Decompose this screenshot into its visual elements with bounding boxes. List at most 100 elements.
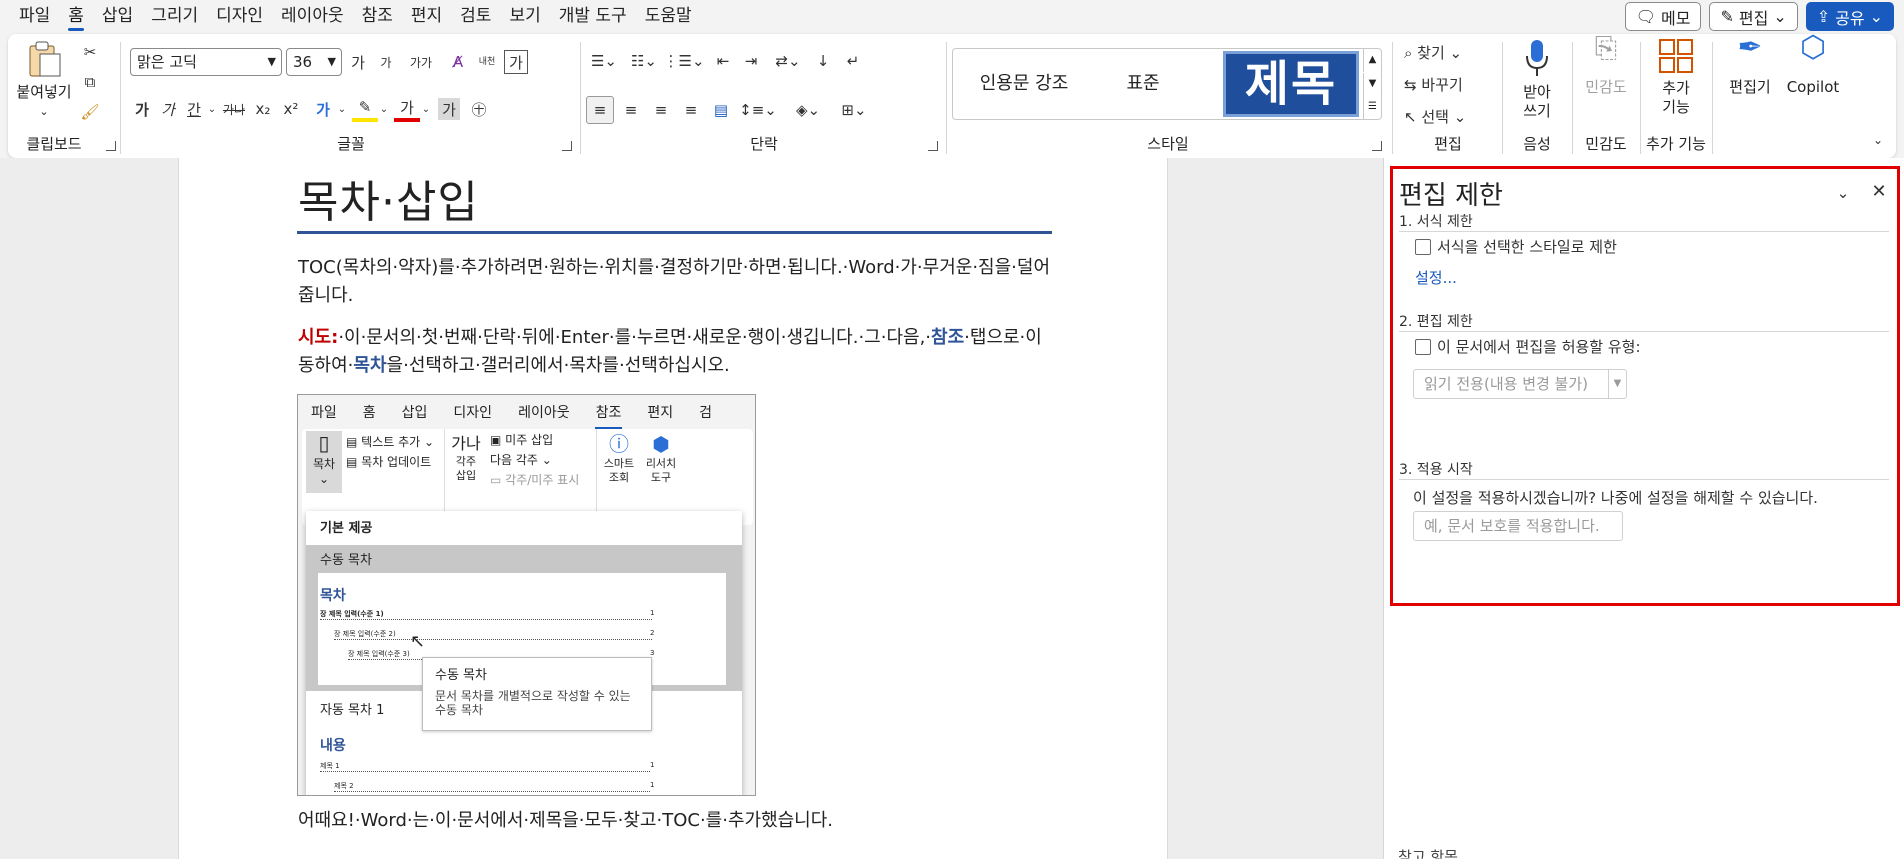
document-page[interactable]: 목차·삽입 TOC(목차의·약자)를·추가하려면·원하는·위치를·결정하기만·하… <box>178 158 1168 859</box>
paragraph-group: ☰⌄ ☷⌄ ⋮☰⌄ ⇤ ⇥ ⇄⌄ ↓ ↵ ≡ ≡ ≡ ≡ ▤ ↕≡⌄ ◈⌄ ⊞⌄… <box>586 34 942 158</box>
subscript-icon[interactable]: x₂ <box>250 96 276 122</box>
comments-button[interactable]: 🗨 메모 <box>1624 2 1702 31</box>
show-marks-icon[interactable]: ↵ <box>840 48 866 74</box>
font-launcher-icon[interactable] <box>562 141 572 151</box>
decrease-indent-icon[interactable]: ⇤ <box>710 48 736 74</box>
chevron-down-icon[interactable]: ⌄ <box>378 96 390 122</box>
editing-group: ⌕ 찾기 ⌄ ⇆ 바꾸기 ↖ 선택 ⌄ 편집 <box>1398 34 1498 158</box>
settings-link[interactable]: 설정... <box>1415 267 1457 288</box>
text-direction-icon[interactable]: ⇄⌄ <box>770 48 806 74</box>
tab-file[interactable]: 파일 <box>10 0 59 34</box>
bullets-icon[interactable]: ☰⌄ <box>586 48 622 74</box>
share-button[interactable]: ⇪ 공유 ⌄ <box>1805 2 1894 31</box>
pane-options-chevron-icon[interactable]: ⌄ <box>1833 183 1853 203</box>
styles-group: 스타일 <box>948 34 1388 158</box>
find-button[interactable]: ⌕ 찾기 ⌄ <box>1404 42 1462 63</box>
pinyin-guide-icon[interactable]: 내천 <box>474 48 500 76</box>
collapse-ribbon-icon[interactable]: ⌄ <box>1870 132 1886 148</box>
restrict-editing-pane: 편집 제한 ⌄ ✕ 1. 서식 제한 서식을 선택한 스타일로 제한 설정...… <box>1383 158 1904 859</box>
chevron-down-icon[interactable]: ⌄ <box>420 96 432 122</box>
page-title: 목차·삽입 <box>298 177 479 228</box>
italic-icon[interactable]: 가 <box>156 96 180 122</box>
menu-bar: 파일 홈 삽입 그리기 디자인 레이아웃 참조 편지 검토 보기 개발 도구 도… <box>0 0 1904 34</box>
font-size-value: 36 <box>293 53 313 71</box>
sort-icon[interactable]: ↓ <box>810 48 836 74</box>
text-effects-icon[interactable]: 가 <box>310 96 336 122</box>
cut-icon[interactable]: ✂ <box>80 42 100 62</box>
tab-mailings[interactable]: 편지 <box>402 0 451 34</box>
addins-button[interactable]: 추가 기능 <box>1644 38 1708 117</box>
strikethrough-icon[interactable]: 가나 <box>220 96 248 122</box>
editor-button[interactable]: ✒ 편집기 <box>1720 33 1780 97</box>
char-border-icon[interactable]: 가 <box>504 50 528 74</box>
add-text-icon: ▤ <box>346 435 362 449</box>
numbering-icon[interactable]: ☷⌄ <box>626 48 662 74</box>
font-group: 맑은 고딕 ▼ 36 ▼ 가 가 가가 A̸ 내천 가 가 가 간 ⌄ 가나 x₂ … <box>126 34 576 158</box>
copy-icon[interactable]: ⧉ <box>80 72 100 92</box>
clipboard-launcher-icon[interactable] <box>106 141 116 151</box>
justify-icon[interactable]: ≡ <box>678 96 704 124</box>
comments-label: 메모 <box>1661 8 1691 28</box>
paste-button[interactable]: 붙여넣기 ⌄ <box>12 40 76 121</box>
shot-endnote: ▣ 미주 삽입 <box>490 431 553 448</box>
replace-button[interactable]: ⇆ 바꾸기 <box>1404 74 1463 95</box>
dictate-button[interactable]: 받아 쓰기 <box>1506 38 1568 121</box>
shot-next-footnote: 다음 각주 ⌄ <box>490 453 552 467</box>
multilevel-list-icon[interactable]: ⋮☰⌄ <box>664 48 705 74</box>
char-shading-icon[interactable]: 가 <box>438 98 460 120</box>
editing-mode-button[interactable]: ✎ 편집 ⌄ <box>1709 2 1798 31</box>
copilot-button[interactable]: ⬡ Copilot <box>1780 33 1846 97</box>
tab-view[interactable]: 보기 <box>500 0 549 34</box>
tab-design[interactable]: 디자인 <box>207 0 272 34</box>
lookup-icon: ⓘ <box>609 432 629 456</box>
align-center-icon[interactable]: ≡ <box>618 96 644 124</box>
mouse-cursor-icon: ↖ <box>410 631 426 652</box>
edit-type-select[interactable]: 읽기 전용(내용 변경 불가) ▼ <box>1413 369 1627 399</box>
select-button[interactable]: ↖ 선택 ⌄ <box>1404 106 1466 127</box>
divider <box>120 42 121 154</box>
font-color-icon[interactable]: 가 <box>394 96 420 122</box>
chevron-down-icon[interactable]: ⌄ <box>206 96 218 122</box>
highlight-icon[interactable]: ✎ <box>352 96 378 122</box>
font-name-combo[interactable]: 맑은 고딕 ▼ <box>130 48 282 76</box>
divider <box>1392 42 1393 154</box>
sensitivity-button[interactable]: ⎘ 민감도 <box>1576 34 1636 97</box>
grow-font-icon[interactable]: 가 <box>346 50 370 74</box>
font-size-combo[interactable]: 36 ▼ <box>286 48 342 76</box>
tab-home[interactable]: 홈 <box>59 0 93 34</box>
superscript-icon[interactable]: x² <box>278 96 304 122</box>
tab-developer[interactable]: 개발 도구 <box>550 0 636 34</box>
close-icon[interactable]: ✕ <box>1869 181 1889 202</box>
tab-layout[interactable]: 레이아웃 <box>272 0 353 34</box>
clear-format-icon[interactable]: A̸ <box>446 50 470 74</box>
align-right-icon[interactable]: ≡ <box>648 96 674 124</box>
chevron-down-icon: ⌄ <box>318 472 330 486</box>
paste-icon <box>29 41 61 77</box>
distributed-icon[interactable]: ▤ <box>708 96 734 124</box>
tab-references[interactable]: 참조 <box>353 0 402 34</box>
apply-protection-button[interactable]: 예, 문서 보호를 적용합니다. <box>1413 511 1623 541</box>
bold-icon[interactable]: 가 <box>130 96 154 122</box>
paragraph-launcher-icon[interactable] <box>928 141 938 151</box>
format-painter-icon[interactable]: 🖌 <box>80 102 100 122</box>
tab-review[interactable]: 검토 <box>451 0 500 34</box>
document-icon: ▯ <box>318 431 330 455</box>
tab-help[interactable]: 도움말 <box>636 0 701 34</box>
increase-indent-icon[interactable]: ⇥ <box>738 48 764 74</box>
change-case-icon[interactable]: 가가 <box>404 50 438 74</box>
shading-icon[interactable]: ◈⌄ <box>788 96 828 124</box>
format-restrict-checkbox[interactable] <box>1415 239 1431 255</box>
underline-icon[interactable]: 간 <box>182 96 206 122</box>
align-left-icon[interactable]: ≡ <box>586 96 614 124</box>
tab-draw[interactable]: 그리기 <box>142 0 207 34</box>
copilot-label: Copilot <box>1786 78 1840 96</box>
see-also-label: 참고 항목 <box>1398 848 1458 859</box>
borders-icon[interactable]: ⊞⌄ <box>834 96 874 124</box>
styles-launcher-icon[interactable] <box>1372 141 1382 151</box>
enclose-chars-icon[interactable]: ㊉ <box>466 96 492 122</box>
shrink-font-icon[interactable]: 가 <box>374 50 398 74</box>
edit-restrict-checkbox[interactable] <box>1415 339 1431 355</box>
tab-insert[interactable]: 삽입 <box>93 0 142 34</box>
chevron-down-icon[interactable]: ⌄ <box>336 96 348 122</box>
line-spacing-icon[interactable]: ↕≡⌄ <box>738 96 778 124</box>
